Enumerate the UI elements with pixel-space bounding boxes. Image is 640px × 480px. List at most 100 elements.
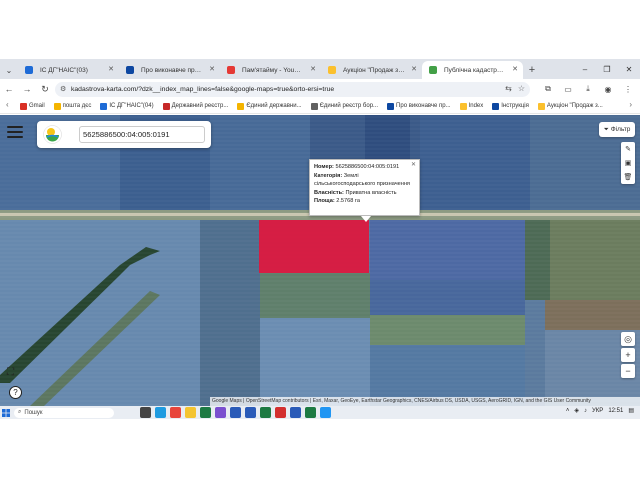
close-window-icon[interactable]: ✕ [618,59,640,79]
bookmark-item[interactable]: Державний реєстр... [162,102,228,110]
word-icon-3[interactable] [290,407,301,418]
tab-title: Пам'ятайму - YouTube [242,66,304,74]
zoom-controls: ◎ + − [621,332,635,392]
bookmarks-more-icon[interactable]: › [629,100,632,109]
bookmark-favicon-icon [310,102,318,110]
back-arrow-icon[interactable]: ← [0,80,18,98]
bookmark-item[interactable]: Index [459,102,483,110]
tab-search-chevron-icon[interactable]: ⌄ [0,61,18,79]
new-tab-button[interactable]: + [523,61,541,79]
tray-chevron-icon[interactable]: ˄ [566,408,570,414]
browser-tab[interactable]: Публічна кадастрова карта ✕ [422,61,523,79]
tab-close-icon[interactable]: ✕ [310,65,316,73]
chrome-icon[interactable] [170,407,181,418]
bookmarks-scroll-left-icon[interactable]: ‹ [6,100,9,109]
profile-icon[interactable]: ◉ [600,80,616,98]
bookmark-item[interactable]: Єдиний державни... [237,102,302,110]
browser-window: ⌄ ІС ДГ"НАІС"(03)✕Про виконавче провадже… [0,0,640,419]
bookmark-item[interactable]: ІС ДГ"НАІС"(04) [100,102,154,110]
bookmark-item[interactable]: Інструкція [492,102,529,110]
system-tray: ˄ ◈ ♪ УКР 12:51 ▤ [566,407,634,415]
menu-kebab-icon[interactable]: ⋮ [620,80,636,98]
bookmark-item[interactable]: Аукціон "Продаж з... [537,102,603,110]
excel-icon-2[interactable] [260,407,271,418]
bookmark-item[interactable]: Єдиний реєстр бор... [310,102,378,110]
clock[interactable]: 12:51 [608,408,623,414]
popup-close-icon[interactable]: ✕ [411,161,416,170]
tab-close-icon[interactable]: ✕ [209,65,215,73]
filter-icon: ⏷ [603,125,609,133]
minimize-icon[interactable]: – [574,59,596,79]
sidepanel-icon[interactable]: ▭ [560,80,576,98]
language-indicator[interactable]: УКР [592,408,603,414]
selected-parcel[interactable] [259,220,369,273]
task-view-icon[interactable] [140,407,151,418]
address-bar[interactable]: ⚙ kadastrova-karta.com/?dzk__index_map_l… [55,82,530,97]
word-icon-2[interactable] [245,407,256,418]
cadastral-number-input[interactable] [79,126,205,143]
zoom-in-button[interactable]: + [621,348,635,362]
browser-tab[interactable]: Пам'ятайму - YouTube ✕ [220,61,321,79]
tab-close-icon[interactable]: ✕ [411,65,417,73]
hamburger-menu-icon[interactable] [7,126,23,138]
windows-start-icon[interactable] [0,406,12,419]
browser-tab[interactable]: Про виконавче провадження ✕ [119,61,220,79]
bookmark-label: Аукціон "Продаж з... [546,103,603,109]
tab-title: Публічна кадастрова карта [444,66,506,74]
bookmark-favicon-icon [387,102,395,110]
restore-icon[interactable]: ❐ [596,59,618,79]
popup-ownership-label: Власність: [314,189,344,196]
locate-icon[interactable]: ◎ [621,332,635,346]
tab-close-icon[interactable]: ✕ [108,65,114,73]
viber-icon[interactable] [215,407,226,418]
popup-ownership: Приватна власність [345,189,397,196]
forward-arrow-icon[interactable]: → [18,80,36,98]
browser-tab[interactable]: ІС ДГ"НАІС"(03) ✕ [18,61,119,79]
edit-square-icon[interactable]: ▣ [625,159,632,167]
browser-toolbar: ← → ↻ ⚙ kadastrova-karta.com/?dzk__index… [0,79,640,99]
bookmark-item[interactable]: пошта дєс [53,102,92,110]
bookmark-item[interactable]: Gmail [20,102,45,110]
word-icon[interactable] [230,407,241,418]
app-icon[interactable] [320,407,331,418]
excel-icon-3[interactable] [305,407,316,418]
pencil-icon[interactable]: ✎ [625,145,631,153]
bookmark-item[interactable]: Про виконавче пр... [387,102,451,110]
download-icon[interactable]: ⤓ [580,80,596,98]
bookmark-label: Інструкція [501,103,529,109]
browser-tab[interactable]: Аукціон "Продаж земельн ✕ [321,61,422,79]
popup-pointer [361,216,371,222]
reload-icon[interactable]: ↻ [36,80,54,98]
tab-title: Аукціон "Продаж земельн [343,66,405,74]
filter-label: Фільтр [610,126,631,133]
bookmark-label: пошта дєс [62,103,92,109]
bookmark-label: Єдиний державни... [246,103,302,109]
extensions-icon[interactable]: ⧉ [540,80,556,98]
volume-icon[interactable]: ♪ [584,408,587,414]
layers-icon[interactable]: ⛶ [7,367,23,379]
search-icon: ⌕ [18,409,22,415]
notification-icon[interactable]: ▤ [628,407,634,414]
bookmark-favicon-icon [237,102,245,110]
edge-icon[interactable] [155,407,166,418]
tab-close-icon[interactable]: ✕ [512,65,518,73]
taskbar-search[interactable]: ⌕ Пошук [14,407,114,418]
pdf-icon[interactable] [275,407,286,418]
filter-button[interactable]: ⏷ Фільтр [599,122,635,137]
network-icon[interactable]: ◈ [574,407,579,414]
tab-strip: ⌄ ІС ДГ"НАІС"(03)✕Про виконавче провадже… [0,59,640,79]
bookmark-label: ІС ДГ"НАІС"(04) [109,103,154,109]
trash-icon[interactable]: 🗑 [624,173,633,181]
file-explorer-icon[interactable] [185,407,196,418]
bookmark-star-icon[interactable]: ☆ [518,84,525,93]
help-icon[interactable]: ? [9,386,22,399]
zoom-out-button[interactable]: − [621,364,635,378]
tab-favicon-icon [429,66,437,74]
site-info-icon[interactable]: ⚙ [60,85,66,93]
excel-icon[interactable] [200,407,211,418]
tab-favicon-icon [328,66,336,74]
tab-title: Про виконавче провадження [141,66,203,74]
bookmark-favicon-icon [162,102,170,110]
translate-icon[interactable]: ⇆ [505,84,512,93]
bookmark-favicon-icon [53,102,61,110]
